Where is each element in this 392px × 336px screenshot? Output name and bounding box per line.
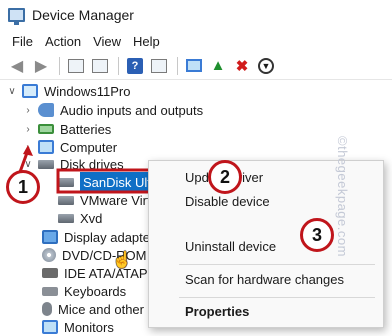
menu-action[interactable]: Action [39, 34, 87, 49]
menu-disable-device[interactable]: Disable device [185, 194, 270, 209]
window-title: Device Manager [32, 7, 134, 23]
menu-divider [179, 297, 375, 298]
menu-view[interactable]: View [87, 34, 127, 49]
menu-uninstall-device[interactable]: Uninstall device [185, 239, 276, 254]
tree-item-label: Xvd [80, 210, 103, 226]
chevron-right-icon[interactable]: › [22, 105, 34, 116]
menu-help[interactable]: Help [127, 34, 166, 49]
menu-file[interactable]: File [6, 34, 39, 49]
chevron-down-icon[interactable]: ∨ [6, 86, 18, 97]
tree-item-batteries[interactable]: › Batteries [22, 119, 111, 139]
tree-item-label: Audio inputs and outputs [60, 102, 204, 118]
tree-root[interactable]: ∨ Windows11Pro [6, 81, 130, 101]
speaker-icon [38, 103, 54, 117]
computer-icon[interactable] [183, 55, 205, 77]
hand-cursor-icon: ☝ [112, 252, 132, 269]
tree-item-monitors[interactable]: Monitors [42, 317, 114, 336]
menu-properties[interactable]: Properties [185, 304, 249, 319]
menu-scan-hardware[interactable]: Scan for hardware changes [185, 272, 344, 287]
toolbar: ◀ ▶ ? ▲ ✖ ▼ [0, 52, 392, 80]
tree-item-keyboards[interactable]: Keyboards [42, 281, 126, 301]
disk-drive-icon [58, 177, 74, 187]
annotation-step-3: 3 [300, 218, 334, 252]
tree-item-label: DVD/CD-ROM d [62, 247, 158, 263]
chevron-right-icon[interactable]: › [22, 142, 34, 153]
monitor-icon [42, 320, 58, 334]
device-manager-icon [8, 8, 25, 25]
tree-item-audio[interactable]: › Audio inputs and outputs [22, 100, 203, 120]
chevron-right-icon[interactable]: › [22, 124, 34, 135]
tree-item-label: Batteries [60, 121, 112, 137]
tree-item-label: VMware Virtu [80, 192, 158, 208]
help-icon[interactable]: ? [124, 55, 146, 77]
back-arrow-icon[interactable]: ◀ [6, 55, 28, 77]
toolbar-divider [59, 56, 60, 75]
mouse-icon [42, 302, 52, 316]
battery-icon [38, 124, 54, 134]
chevron-down-icon[interactable]: ∨ [22, 159, 34, 170]
tree-item-label: Mice and other p [58, 301, 155, 317]
tree-item-vmware[interactable]: VMware Virtu [58, 190, 158, 210]
properties-icon[interactable] [65, 55, 87, 77]
tree-item-label: Monitors [64, 319, 114, 335]
refresh-icon[interactable] [148, 55, 170, 77]
update-driver-icon[interactable]: ▲ [207, 55, 229, 77]
computer-icon [22, 84, 38, 98]
tree-item-mice[interactable]: Mice and other p [42, 299, 155, 319]
disable-icon[interactable]: ▼ [255, 55, 277, 77]
tree-root-label: Windows11Pro [44, 83, 131, 99]
uninstall-icon[interactable]: ✖ [231, 55, 253, 77]
toolbar-divider [177, 56, 178, 75]
ide-controller-icon [42, 268, 58, 278]
disk-drive-icon [58, 195, 74, 205]
disc-icon [42, 248, 56, 262]
menu-bar: File Action View Help [0, 30, 392, 52]
toolbar-divider [118, 56, 119, 75]
keyboard-icon [42, 286, 58, 296]
tree-item-disk-drives[interactable]: ∨ Disk drives [22, 154, 124, 174]
forward-arrow-icon[interactable]: ▶ [30, 55, 52, 77]
display-adapter-icon [42, 230, 58, 244]
tree-item-display[interactable]: Display adapters [42, 227, 161, 247]
annotation-step-2: 2 [208, 160, 242, 194]
watermark: ©thegeekpage.com [335, 136, 350, 257]
tree-item-xvd[interactable]: Xvd [58, 208, 102, 228]
annotation-step-1: 1 [6, 170, 40, 204]
tree-item-dvd[interactable]: DVD/CD-ROM d [42, 245, 157, 265]
tree-item-label: Computer [60, 139, 118, 155]
tree-item-label: Keyboards [64, 283, 127, 299]
tree-item-ide[interactable]: IDE ATA/ATAPI c [42, 263, 161, 283]
title-bar: Device Manager [0, 0, 392, 30]
disk-drive-icon [38, 159, 54, 169]
tree-item-label: Disk drives [60, 156, 124, 172]
computer-icon [38, 140, 54, 154]
view-icon[interactable] [89, 55, 111, 77]
disk-drive-icon [58, 213, 74, 223]
tree-item-label: Display adapters [64, 229, 161, 245]
